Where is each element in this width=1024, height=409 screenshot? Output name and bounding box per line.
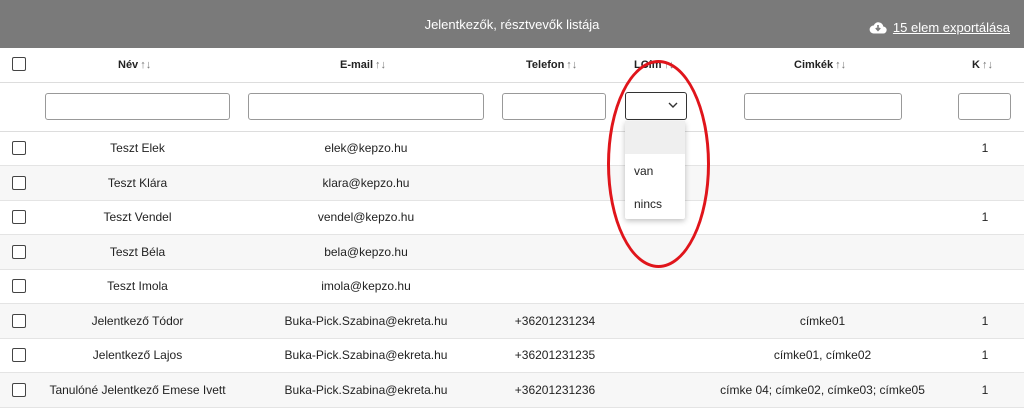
column-header-phone[interactable]: Telefon ↑↓ (526, 59, 577, 71)
column-header-email[interactable]: E-mail ↑↓ (340, 59, 386, 71)
row-checkbox[interactable] (12, 245, 26, 259)
email-filter-input[interactable] (248, 93, 484, 120)
table-row[interactable]: Teszt Vendel vendel@kepzo.hu 1 (0, 200, 1024, 235)
column-header-lcim[interactable]: LCím ↑↓ (634, 59, 675, 71)
cell-name: Teszt Vendel (103, 210, 172, 224)
column-header-name[interactable]: Név ↑↓ (118, 59, 151, 71)
select-all-checkbox[interactable] (12, 57, 26, 71)
cell-phone: +36201231234 (514, 314, 596, 328)
sort-icon: ↑↓ (981, 59, 993, 71)
cell-name: Jelentkező Lajos (92, 348, 183, 362)
sort-icon: ↑↓ (663, 59, 675, 71)
table-row[interactable]: Teszt Béla bela@kepzo.hu (0, 235, 1024, 270)
cell-email: elek@kepzo.hu (324, 141, 408, 155)
cell-k: 1 (981, 141, 989, 155)
cell-email: vendel@kepzo.hu (317, 210, 415, 224)
k-filter-input[interactable] (958, 93, 1011, 120)
row-checkbox[interactable] (12, 141, 26, 155)
cell-tags: címke01, címke02 (773, 348, 872, 362)
name-filter-input[interactable] (45, 93, 230, 120)
cell-k: 1 (981, 314, 989, 328)
sort-icon: ↑↓ (140, 59, 152, 71)
cell-tags: címke 04; címke02, címke03; címke05 (720, 383, 925, 397)
cell-k: 1 (981, 383, 989, 397)
cell-email: Buka-Pick.Szabina@ekreta.hu (284, 348, 448, 362)
table-row[interactable]: Tanulóné Jelentkező Emese Ivett Buka-Pic… (0, 373, 1024, 408)
filter-row (0, 83, 1024, 132)
cell-email: Buka-Pick.Szabina@ekreta.hu (284, 314, 448, 328)
table-header: Név ↑↓ E-mail ↑↓ Telefon ↑↓ LCím ↑↓ Cimkék ↑↓… (0, 48, 1024, 83)
cell-name: Jelentkező Tódor (91, 314, 184, 328)
table-row[interactable]: Teszt Elek elek@kepzo.hu 1 (0, 131, 1024, 166)
lcim-filter-select[interactable] (625, 92, 687, 120)
cell-phone: +36201231236 (514, 383, 596, 397)
table-row[interactable]: Teszt Klára klara@kepzo.hu (0, 166, 1024, 201)
cell-name: Teszt Klára (107, 176, 168, 190)
export-link[interactable]: 15 elem exportálása (869, 20, 1010, 35)
cell-k: 1 (981, 348, 989, 362)
sort-icon: ↑↓ (835, 59, 847, 71)
phone-filter-input[interactable] (502, 93, 606, 120)
column-header-k[interactable]: K ↑↓ (972, 59, 993, 71)
row-checkbox[interactable] (12, 176, 26, 190)
row-checkbox[interactable] (12, 210, 26, 224)
dropdown-option-empty[interactable] (625, 121, 685, 154)
dropdown-option-van[interactable]: van (625, 154, 685, 187)
cell-name: Teszt Béla (109, 245, 166, 259)
cell-k: 1 (981, 210, 989, 224)
table-row[interactable]: Jelentkező Lajos Buka-Pick.Szabina@ekret… (0, 338, 1024, 373)
cell-email: Buka-Pick.Szabina@ekreta.hu (284, 383, 448, 397)
cloud-download-icon (869, 22, 887, 34)
row-checkbox[interactable] (12, 279, 26, 293)
cell-name: Tanulóné Jelentkező Emese Ivett (49, 383, 226, 397)
lcim-dropdown-menu: van nincs (625, 121, 685, 219)
cell-tags: címke01 (799, 314, 846, 328)
row-checkbox[interactable] (12, 383, 26, 397)
sort-icon: ↑↓ (375, 59, 387, 71)
column-header-tags[interactable]: Cimkék ↑↓ (794, 59, 846, 71)
export-label: 15 elem exportálása (892, 20, 1010, 35)
table-title-bar: Jelentkezők, résztvevők listája 15 elem … (0, 0, 1024, 48)
cell-phone: +36201231235 (514, 348, 596, 362)
row-checkbox[interactable] (12, 348, 26, 362)
row-checkbox[interactable] (12, 314, 26, 328)
dropdown-option-nincs[interactable]: nincs (625, 187, 685, 220)
table-row[interactable]: Teszt Imola imola@kepzo.hu (0, 269, 1024, 304)
chevron-down-icon (668, 101, 678, 111)
cell-email: klara@kepzo.hu (322, 176, 410, 190)
cell-email: bela@kepzo.hu (324, 245, 408, 259)
cell-name: Teszt Elek (110, 141, 165, 155)
table-row[interactable]: Jelentkező Tódor Buka-Pick.Szabina@ekret… (0, 304, 1024, 339)
tags-filter-input[interactable] (744, 93, 902, 120)
cell-email: imola@kepzo.hu (321, 279, 411, 293)
sort-icon: ↑↓ (566, 59, 578, 71)
cell-name: Teszt Imola (107, 279, 168, 293)
